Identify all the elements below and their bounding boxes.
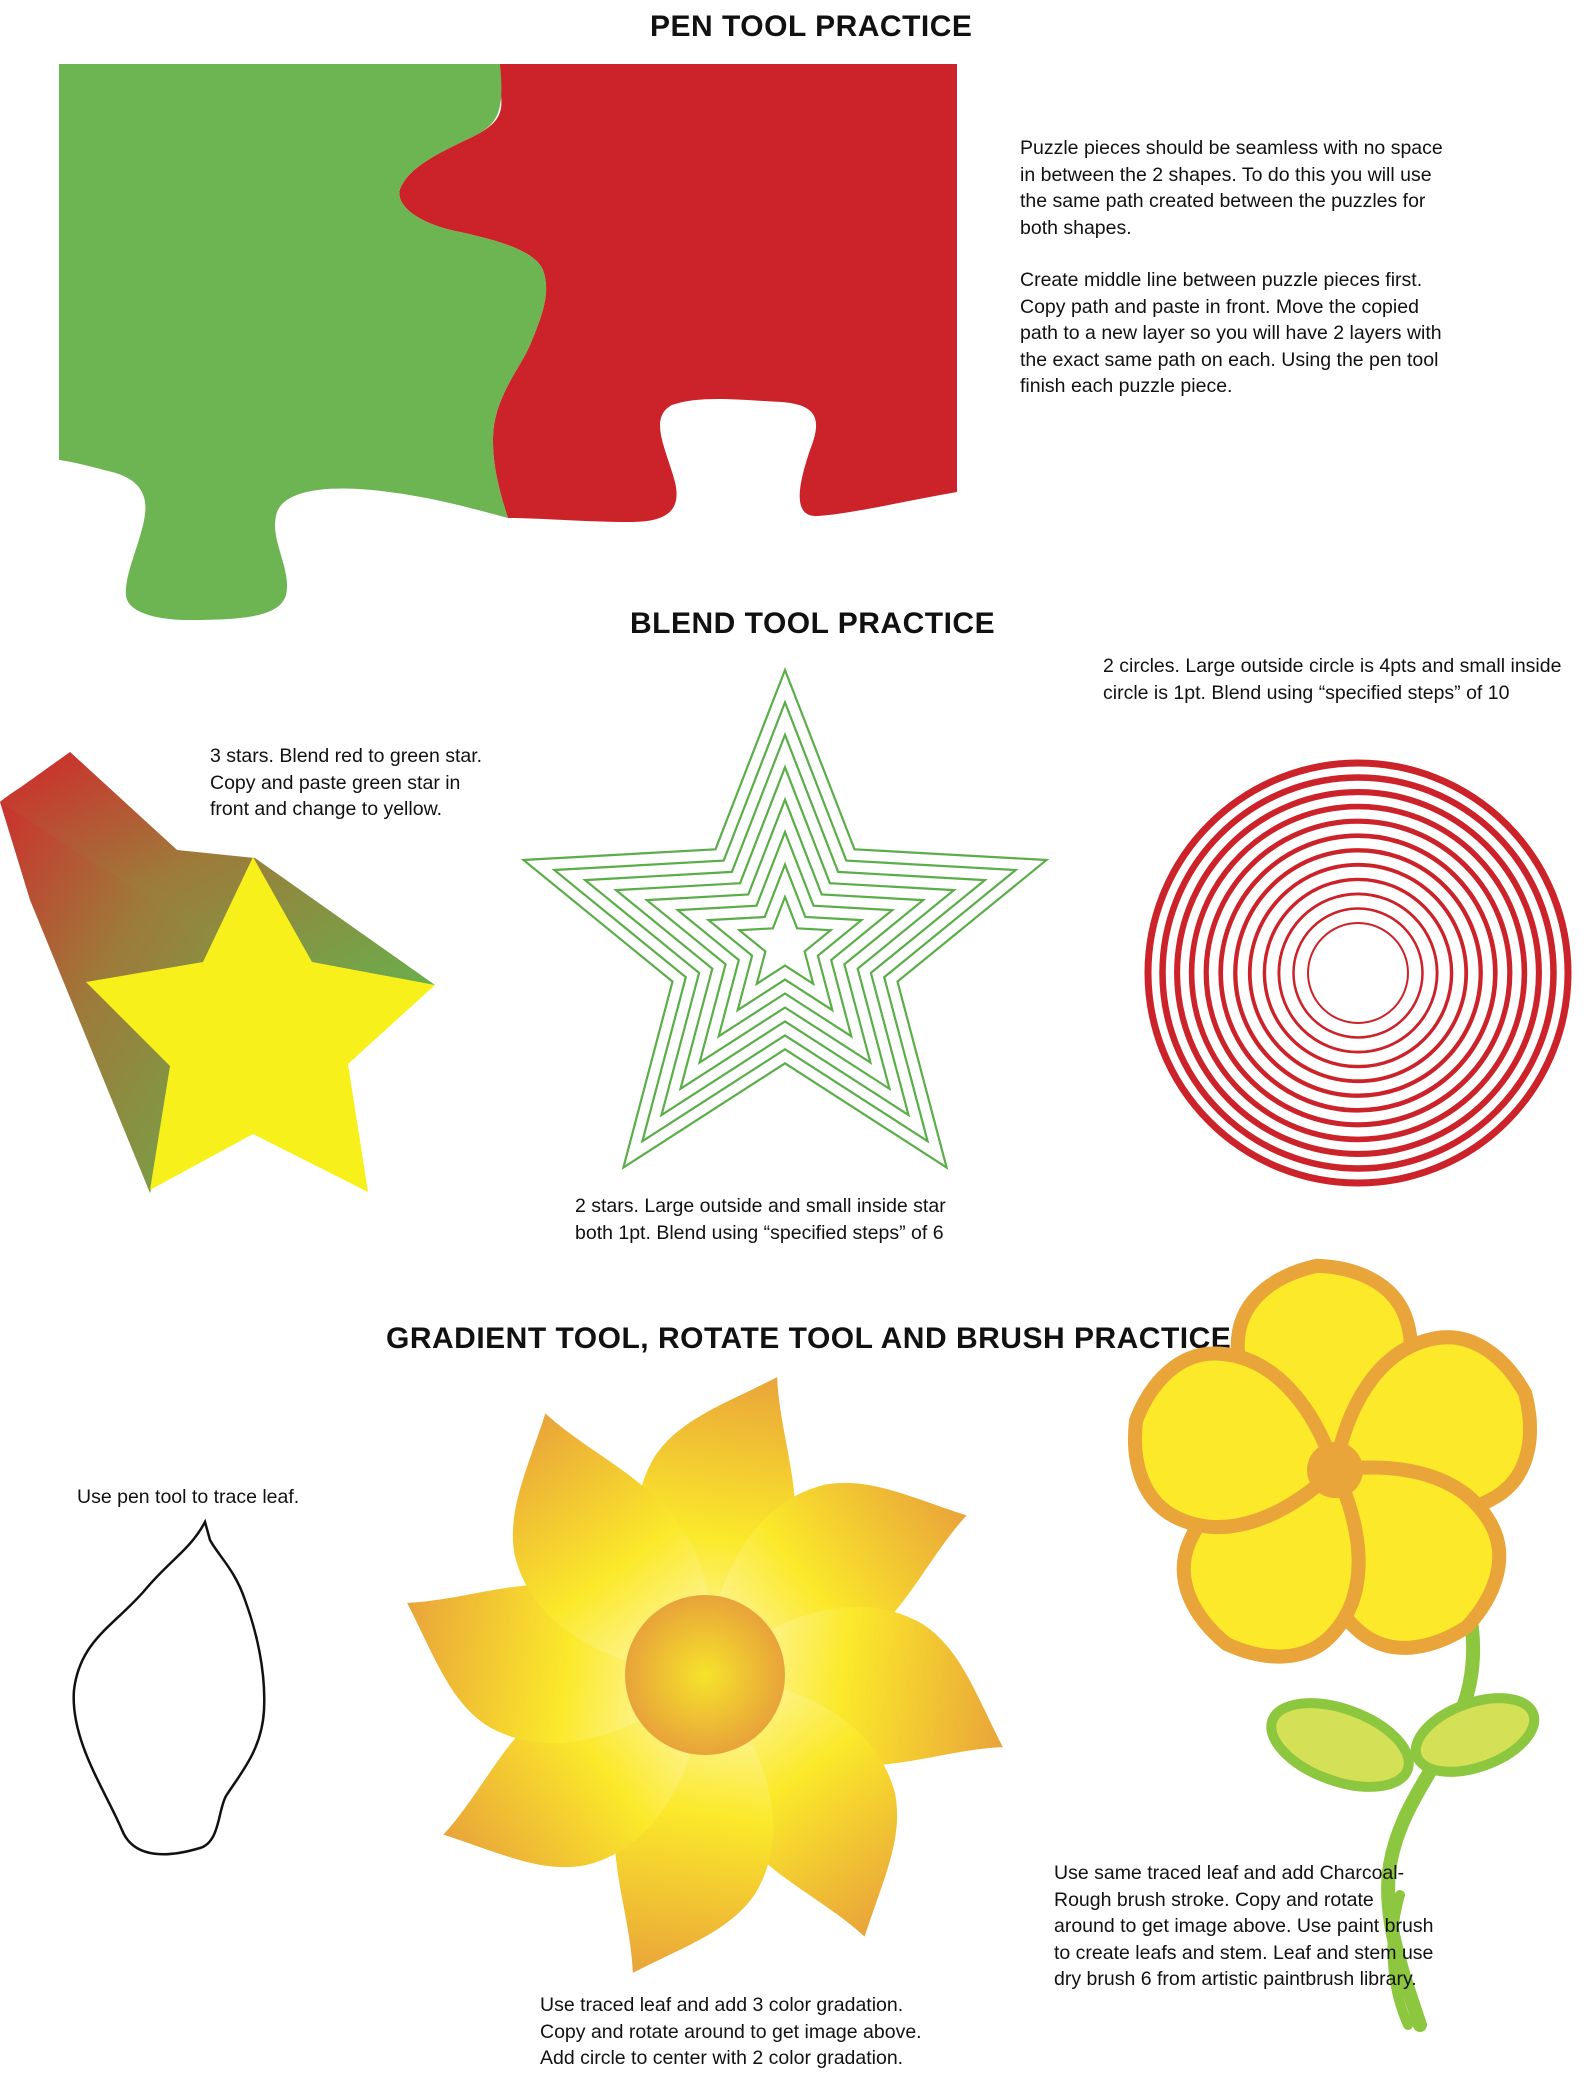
outline-star-step [643, 796, 927, 1065]
note-line: 2 circles. Large outside circle is 4pts … [1103, 655, 1562, 677]
brush-flower-center [1307, 1442, 1363, 1498]
note-line: Rough brush stroke. Copy and rotate [1054, 1888, 1374, 1911]
note-line: both shapes. [1020, 216, 1132, 239]
note-line: Create middle line between puzzle pieces… [1020, 269, 1423, 291]
note-line: Use traced leaf and add 3 color gradatio… [540, 1994, 904, 2016]
note-line: finish each puzzle piece. [1020, 375, 1233, 397]
note-line: dry brush 6 from artistic paintbrush lib… [1054, 1968, 1417, 1990]
note-line: to create leafs and stem. Leaf and stem … [1054, 1941, 1434, 1964]
blend-ring [1174, 789, 1542, 1157]
blend-ring [1292, 907, 1424, 1039]
note-line: Copy and paste green star in [210, 771, 461, 794]
note-line: both 1pt. Blend using “specified steps” … [575, 1221, 944, 1244]
traced-leaf [72, 1518, 266, 1856]
outline-star-blend [520, 666, 1050, 1170]
note-line: circle is 1pt. Blend using “specified st… [1103, 681, 1510, 704]
leaf-note: Use pen tool to trace leaf. [77, 1484, 299, 1511]
blend-ring [1277, 892, 1439, 1054]
note-line: Use pen tool to trace leaf. [77, 1486, 300, 1508]
outline-star-step [736, 893, 834, 987]
flower-center [625, 1595, 785, 1755]
note-line: the exact same path on each. Using the p… [1020, 348, 1439, 371]
puzzle-note-1: Puzzle pieces should be seamless with no… [1020, 135, 1443, 400]
note-line: the same path created between the puzzle… [1020, 190, 1426, 212]
blend-ring [1144, 759, 1572, 1187]
note-line: Copy path and paste in front. Move the c… [1020, 295, 1419, 318]
outline-star-step [613, 764, 957, 1092]
blend-ring [1188, 803, 1528, 1143]
note-line: path to a new layer so you will have 2 l… [1020, 322, 1442, 344]
brush-petals [1127, 1258, 1537, 1664]
blend-ring [1247, 862, 1469, 1084]
outline-star-step [582, 731, 988, 1118]
blend-ring [1203, 818, 1513, 1128]
note-line: in between the 2 shapes. To do this you … [1020, 163, 1432, 186]
note-line: around to get image above. Use paint bru… [1054, 1915, 1434, 1937]
outline-star-note: 2 stars. Large outside and small inside … [575, 1193, 946, 1246]
note-line: Add circle to center with 2 color gradat… [540, 2047, 904, 2069]
blend-ring [1218, 833, 1498, 1113]
outline-star-step [520, 666, 1050, 1170]
note-line: front and change to yellow. [210, 798, 442, 820]
brush-flower-note: Use same traced leaf and add Charcoal- R… [1054, 1860, 1433, 1993]
gradient-flower-note: Use traced leaf and add 3 color gradatio… [540, 1992, 922, 2072]
blend-ring [1233, 848, 1483, 1098]
note-line: Use same traced leaf and add Charcoal- [1054, 1862, 1405, 1884]
note-line: 2 stars. Large outside and small inside … [575, 1195, 946, 1217]
blend-tool-heading: BLEND TOOL PRACTICE [630, 607, 996, 640]
gradient-flower [407, 1377, 1003, 1973]
circle-blend [1144, 759, 1572, 1187]
left-leaf [1266, 1698, 1414, 1792]
note-line: Copy and rotate around to get image abov… [540, 2020, 922, 2043]
circles-note: 2 circles. Large outside circle is 4pts … [1103, 653, 1561, 706]
note-line: Puzzle pieces should be seamless with no… [1020, 137, 1443, 159]
note-line: 3 stars. Blend red to green star. [210, 745, 483, 767]
blend-ring [1307, 922, 1409, 1024]
right-leaf [1410, 1693, 1540, 1777]
leaf-outline [72, 1518, 266, 1856]
stars-note: 3 stars. Blend red to green star. Copy a… [210, 743, 482, 823]
